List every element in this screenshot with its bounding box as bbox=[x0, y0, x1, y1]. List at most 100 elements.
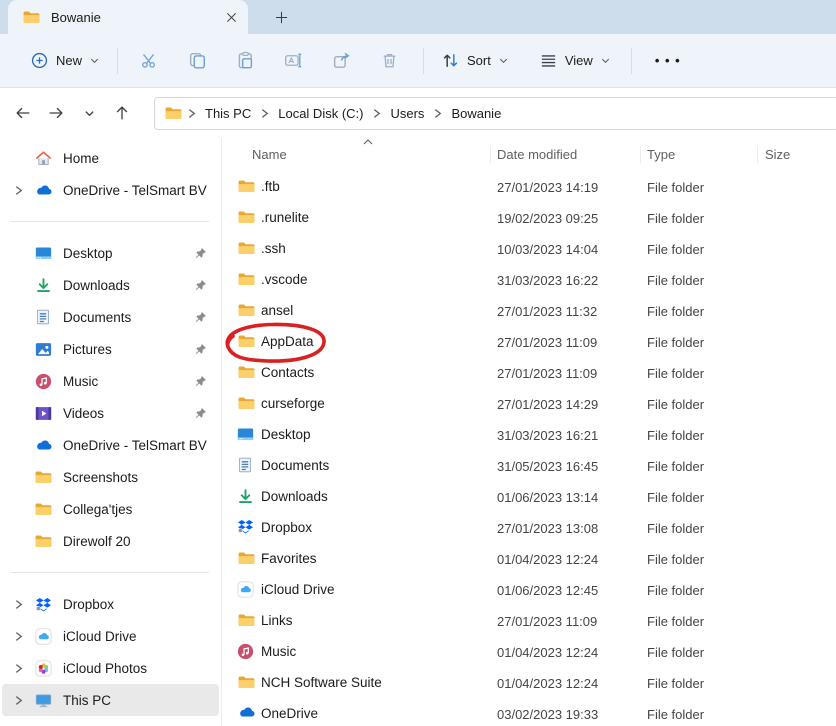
folder-icon bbox=[237, 178, 257, 194]
file-date-modified: 01/04/2023 12:24 bbox=[497, 645, 598, 660]
breadcrumb-item-bowanie[interactable]: Bowanie bbox=[444, 102, 508, 125]
file-row-favorites[interactable]: Favorites01/04/2023 12:24File folder bbox=[223, 544, 836, 575]
music-icon bbox=[237, 643, 257, 660]
column-header-size[interactable]: Size bbox=[765, 147, 790, 162]
breadcrumb-item-users[interactable]: Users bbox=[383, 102, 431, 125]
file-name: .ftb bbox=[261, 179, 280, 194]
file-name: .vscode bbox=[261, 272, 308, 287]
file-row-curseforge[interactable]: curseforge27/01/2023 14:29File folder bbox=[223, 389, 836, 420]
expand-chevron-icon[interactable] bbox=[10, 631, 26, 642]
sidebar-item-onedrive-telsmart-bv[interactable]: OneDrive - TelSmart BV bbox=[2, 174, 219, 206]
file-row-onedrive[interactable]: OneDrive03/02/2023 19:33File folder bbox=[223, 699, 836, 726]
file-type: File folder bbox=[647, 645, 704, 660]
sidebar-item-screenshots[interactable]: Screenshots bbox=[2, 461, 219, 493]
back-button[interactable] bbox=[8, 98, 38, 128]
file-row-nch-software-suite[interactable]: NCH Software Suite01/04/2023 12:24File f… bbox=[223, 668, 836, 699]
file-row-vscode[interactable]: .vscode31/03/2023 16:22File folder bbox=[223, 265, 836, 296]
sidebar-item-desktop[interactable]: Desktop bbox=[2, 237, 219, 269]
file-name: NCH Software Suite bbox=[261, 675, 382, 690]
sidebar-item-videos[interactable]: Videos bbox=[2, 397, 219, 429]
column-header-type[interactable]: Type bbox=[647, 147, 675, 162]
desktop-icon bbox=[237, 426, 257, 443]
up-button[interactable] bbox=[107, 98, 137, 128]
folder-icon bbox=[237, 271, 257, 287]
file-row-appdata[interactable]: AppData27/01/2023 11:09File folder bbox=[223, 327, 836, 358]
sidebar-item-icloud-drive[interactable]: iCloud Drive bbox=[2, 620, 219, 652]
file-row-icloud-drive[interactable]: iCloud Drive01/06/2023 12:45File folder bbox=[223, 575, 836, 606]
file-type: File folder bbox=[647, 614, 704, 629]
file-row-dropbox[interactable]: Dropbox27/01/2023 13:08File folder bbox=[223, 513, 836, 544]
file-row-documents[interactable]: Documents31/05/2023 16:45File folder bbox=[223, 451, 836, 482]
sidebar-item-pictures[interactable]: Pictures bbox=[2, 333, 219, 365]
column-divider[interactable] bbox=[757, 146, 758, 164]
recent-chevron-button[interactable] bbox=[74, 98, 104, 128]
paste-button[interactable] bbox=[221, 43, 269, 79]
delete-icon bbox=[380, 51, 399, 70]
view-button[interactable]: View bbox=[529, 43, 621, 79]
tab-close-button[interactable] bbox=[218, 5, 244, 29]
file-date-modified: 01/06/2023 13:14 bbox=[497, 490, 598, 505]
icloud-drive-icon bbox=[237, 581, 257, 598]
delete-button[interactable] bbox=[365, 43, 413, 79]
icloud-photos-icon bbox=[33, 660, 53, 677]
breadcrumb-item-local-disk-c[interactable]: Local Disk (C:) bbox=[271, 102, 370, 125]
file-type: File folder bbox=[647, 490, 704, 505]
sidebar-item-label: Dropbox bbox=[63, 597, 207, 612]
file-type: File folder bbox=[647, 459, 704, 474]
file-row-downloads[interactable]: Downloads01/06/2023 13:14File folder bbox=[223, 482, 836, 513]
sidebar-item-icloud-photos[interactable]: iCloud Photos bbox=[2, 652, 219, 684]
column-divider[interactable] bbox=[640, 146, 641, 164]
breadcrumb-item-this-pc[interactable]: This PC bbox=[198, 102, 258, 125]
expand-chevron-icon[interactable] bbox=[10, 599, 26, 610]
sidebar-item-downloads[interactable]: Downloads bbox=[2, 269, 219, 301]
column-divider[interactable] bbox=[490, 146, 491, 164]
file-row-desktop[interactable]: Desktop31/03/2023 16:21File folder bbox=[223, 420, 836, 451]
file-row-music[interactable]: Music01/04/2023 12:24File folder bbox=[223, 637, 836, 668]
share-button[interactable] bbox=[317, 43, 365, 79]
expand-chevron-icon[interactable] bbox=[10, 185, 26, 196]
column-header-date-modified[interactable]: Date modified bbox=[497, 147, 577, 162]
forward-button[interactable] bbox=[41, 98, 71, 128]
file-type: File folder bbox=[647, 707, 704, 722]
file-name: .ssh bbox=[261, 241, 286, 256]
file-row-ssh[interactable]: .ssh10/03/2023 14:04File folder bbox=[223, 234, 836, 265]
paste-icon bbox=[236, 51, 255, 70]
address-bar[interactable]: This PC Local Disk (C:) Users Bowanie bbox=[154, 97, 836, 130]
new-tab-button[interactable] bbox=[266, 3, 296, 31]
column-header-name[interactable]: Name bbox=[252, 147, 287, 162]
file-row-runelite[interactable]: .runelite19/02/2023 09:25File folder bbox=[223, 203, 836, 234]
file-row-contacts[interactable]: Contacts27/01/2023 11:09File folder bbox=[223, 358, 836, 389]
file-row-ansel[interactable]: ansel27/01/2023 11:32File folder bbox=[223, 296, 836, 327]
file-rows: .ftb27/01/2023 14:19File folder .runelit… bbox=[223, 172, 836, 726]
sidebar-item-dropbox[interactable]: Dropbox bbox=[2, 588, 219, 620]
expand-chevron-icon[interactable] bbox=[10, 695, 26, 706]
file-type: File folder bbox=[647, 304, 704, 319]
sidebar-item-label: iCloud Photos bbox=[63, 661, 207, 676]
expand-chevron-icon[interactable] bbox=[10, 663, 26, 674]
sidebar-item-music[interactable]: Music bbox=[2, 365, 219, 397]
see-more-button[interactable]: • • • bbox=[639, 43, 697, 79]
sort-button[interactable]: Sort bbox=[431, 43, 519, 79]
sidebar-item-label: This PC bbox=[63, 693, 207, 708]
sidebar-separator bbox=[10, 572, 209, 573]
sidebar-item-direwolf-20[interactable]: Direwolf 20 bbox=[2, 525, 219, 557]
file-row-links[interactable]: Links27/01/2023 11:09File folder bbox=[223, 606, 836, 637]
sidebar-item-onedrive-telsmart-bv[interactable]: OneDrive - TelSmart BV bbox=[2, 429, 219, 461]
file-date-modified: 03/02/2023 19:33 bbox=[497, 707, 598, 722]
file-name: .runelite bbox=[261, 210, 309, 225]
thispc-icon bbox=[33, 692, 53, 709]
sidebar-item-collega-tjes[interactable]: Collega'tjes bbox=[2, 493, 219, 525]
pin-icon bbox=[195, 311, 207, 323]
rename-button[interactable] bbox=[269, 43, 317, 79]
sidebar-item-home[interactable]: Home bbox=[2, 142, 219, 174]
tab-bowanie[interactable]: Bowanie bbox=[8, 0, 248, 34]
file-date-modified: 01/06/2023 12:45 bbox=[497, 583, 598, 598]
new-button[interactable]: New bbox=[20, 43, 110, 79]
sidebar-item-this-pc[interactable]: This PC bbox=[2, 684, 219, 716]
file-row-ftb[interactable]: .ftb27/01/2023 14:19File folder bbox=[223, 172, 836, 203]
file-explorer-window: Bowanie New Sort bbox=[0, 0, 836, 726]
sidebar-item-documents[interactable]: Documents bbox=[2, 301, 219, 333]
copy-button[interactable] bbox=[173, 43, 221, 79]
cut-button[interactable] bbox=[125, 43, 173, 79]
forward-icon bbox=[47, 104, 65, 122]
